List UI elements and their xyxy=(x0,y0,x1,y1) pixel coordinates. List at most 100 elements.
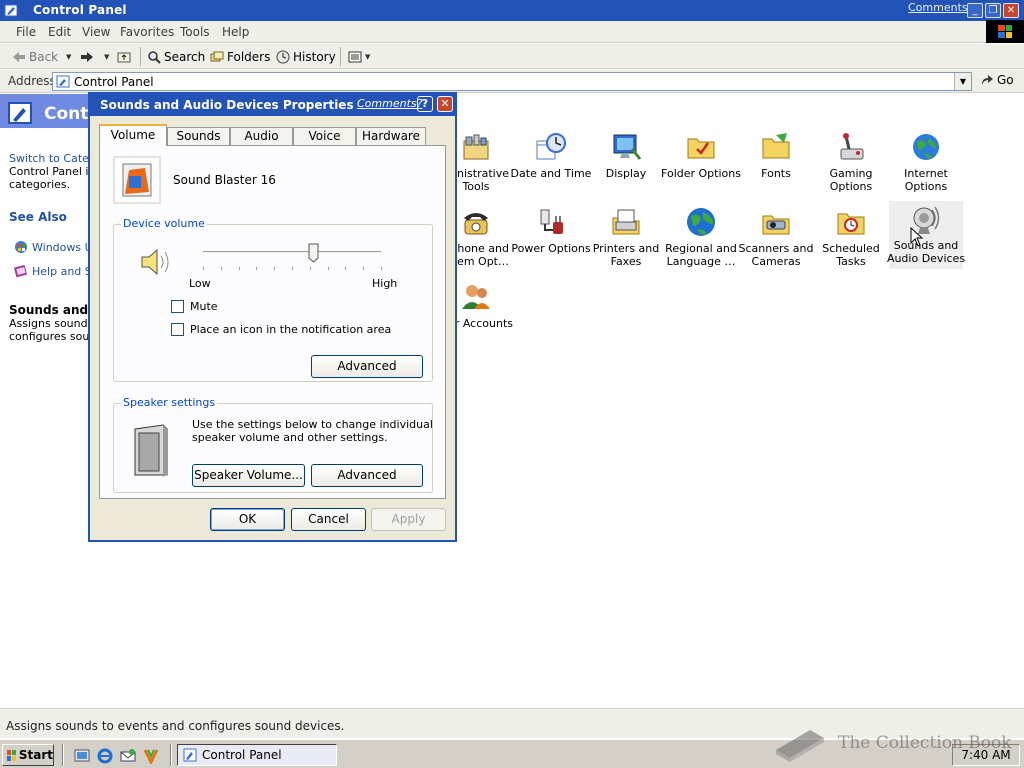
taskbar-button-label: Control Panel xyxy=(202,748,282,762)
media-player-icon[interactable] xyxy=(143,748,159,764)
item-label: Tasks xyxy=(836,255,866,268)
volume-slider-track[interactable] xyxy=(203,251,381,254)
tab-sounds[interactable]: Sounds xyxy=(167,127,230,145)
mute-checkbox[interactable] xyxy=(171,300,184,313)
dialog-title-bar[interactable]: Sounds and Audio Devices Properties Comm… xyxy=(90,94,455,116)
apply-button[interactable]: Apply xyxy=(371,508,446,531)
outlook-express-icon[interactable] xyxy=(120,748,136,764)
folders-button[interactable]: Folders xyxy=(210,48,270,65)
cp-item-display[interactable]: Display xyxy=(589,129,663,199)
maximize-button[interactable]: ❐ xyxy=(985,3,1001,18)
scheduled-tasks-icon xyxy=(837,213,865,235)
views-button[interactable]: ▼ xyxy=(348,48,370,65)
item-label: Regional and xyxy=(665,242,737,255)
item-label: Internet xyxy=(904,167,948,180)
go-arrow-icon xyxy=(982,75,993,85)
forward-button[interactable] xyxy=(80,48,94,65)
taskbar-button-control-panel[interactable]: Control Panel xyxy=(177,744,337,766)
show-desktop-icon[interactable] xyxy=(74,748,90,764)
address-dropdown[interactable]: ▼ xyxy=(954,73,971,90)
volume-slider-tick xyxy=(239,267,240,270)
menu-favorites[interactable]: Favorites xyxy=(120,25,174,39)
item-label: Gaming xyxy=(829,167,873,180)
chevron-down-icon: ▼ xyxy=(365,52,371,61)
device-volume-legend: Device volume xyxy=(121,217,207,230)
toolbar-separator xyxy=(340,47,341,66)
world-icon xyxy=(687,208,715,236)
window-title-bar[interactable]: Control Panel Comments? _ ❐ ✕ xyxy=(0,0,1024,21)
menu-edit[interactable]: Edit xyxy=(48,25,71,39)
forward-dropdown[interactable]: ▼ xyxy=(104,48,109,65)
system-tray-clock[interactable]: 7:40 AM xyxy=(952,744,1020,766)
advanced-volume-button[interactable]: Advanced xyxy=(311,355,423,378)
scanner-icon xyxy=(762,215,790,235)
item-label: Options xyxy=(904,180,948,193)
search-button[interactable]: Search xyxy=(147,48,205,65)
dialog-comments-link[interactable]: Comments? xyxy=(357,97,422,110)
advanced-speaker-button[interactable]: Advanced xyxy=(311,464,423,487)
volume-slider-thumb[interactable] xyxy=(308,243,319,263)
item-label: Scheduled xyxy=(822,242,880,255)
cp-item-date-time[interactable]: Date and Time xyxy=(511,129,591,199)
device-name: Sound Blaster 16 xyxy=(173,173,276,187)
tab-voice[interactable]: Voice xyxy=(293,127,356,145)
menu-file[interactable]: File xyxy=(16,25,36,39)
tab-volume[interactable]: Volume xyxy=(99,124,167,146)
cp-item-internet-options[interactable]: Internet Options xyxy=(889,129,963,199)
ok-button[interactable]: OK xyxy=(210,508,285,531)
dialog-close-button[interactable]: ✕ xyxy=(437,96,453,112)
back-dropdown[interactable]: ▼ xyxy=(66,48,71,65)
item-label: Audio Devices xyxy=(886,252,966,265)
item-label: Printers and xyxy=(592,242,660,255)
cp-item-regional-language[interactable]: Regional and Language … xyxy=(664,204,738,274)
tab-hardware[interactable]: Hardware xyxy=(356,127,426,145)
volume-slider-tick xyxy=(256,267,257,270)
tab-audio[interactable]: Audio xyxy=(230,127,293,145)
history-label: History xyxy=(293,49,336,64)
up-folder-button[interactable] xyxy=(117,48,131,65)
back-label: Back xyxy=(29,49,59,64)
display-icon xyxy=(613,134,642,160)
menu-help[interactable]: Help xyxy=(222,25,249,39)
volume-slider-tick xyxy=(328,267,329,270)
cp-item-printers-faxes[interactable]: Printers and Faxes xyxy=(589,204,663,274)
cp-item-scheduled-tasks[interactable]: Scheduled Tasks xyxy=(814,204,888,274)
close-button[interactable]: ✕ xyxy=(1003,3,1019,18)
item-label: Sounds and xyxy=(893,239,959,252)
cp-item-folder-options[interactable]: Folder Options xyxy=(661,129,741,199)
volume-slider-tick xyxy=(345,267,346,270)
cp-item-sounds-audio-devices[interactable]: Sounds and Audio Devices xyxy=(887,201,965,269)
address-bar: Address Control Panel ▼ Go xyxy=(0,70,1024,93)
notification-icon-checkbox[interactable] xyxy=(171,323,184,336)
taskbar: Start Control Panel 7:40 AM xyxy=(0,739,1024,768)
internet-explorer-icon[interactable] xyxy=(97,748,113,764)
menu-tools[interactable]: Tools xyxy=(180,25,210,39)
address-label: Address xyxy=(8,74,56,88)
cp-item-scanners-cameras[interactable]: Scanners and Cameras xyxy=(739,204,813,274)
speaker-volume-button[interactable]: Speaker Volume... xyxy=(192,464,305,487)
control-panel-icon xyxy=(8,102,32,124)
comments-link[interactable]: Comments? xyxy=(908,1,973,14)
go-button[interactable]: Go xyxy=(980,73,1014,87)
cancel-button[interactable]: Cancel xyxy=(291,508,366,531)
minimize-button[interactable]: _ xyxy=(967,3,983,18)
history-button[interactable]: History xyxy=(276,48,336,65)
mute-label: Mute xyxy=(190,300,218,313)
search-label: Search xyxy=(164,49,206,64)
address-input[interactable]: Control Panel ▼ xyxy=(52,72,972,91)
menu-view[interactable]: View xyxy=(82,25,110,39)
history-icon xyxy=(276,50,290,63)
volume-slider-tick xyxy=(221,267,222,270)
power-icon xyxy=(540,209,563,234)
back-button[interactable]: Back xyxy=(12,48,58,65)
dialog-help-button[interactable]: ? xyxy=(417,96,433,112)
cp-item-power-options[interactable]: Power Options xyxy=(511,204,591,274)
cp-item-gaming-options[interactable]: Gaming Options xyxy=(814,129,888,199)
chevron-down-icon: ▼ xyxy=(959,77,967,86)
switch-view-link[interactable]: Switch to Category View xyxy=(9,152,100,165)
control-panel-icon xyxy=(183,748,197,762)
folders-label: Folders xyxy=(227,49,271,64)
cp-item-fonts[interactable]: Fonts xyxy=(739,129,813,199)
start-button[interactable]: Start xyxy=(2,744,54,766)
taskbar-separator xyxy=(62,744,64,766)
